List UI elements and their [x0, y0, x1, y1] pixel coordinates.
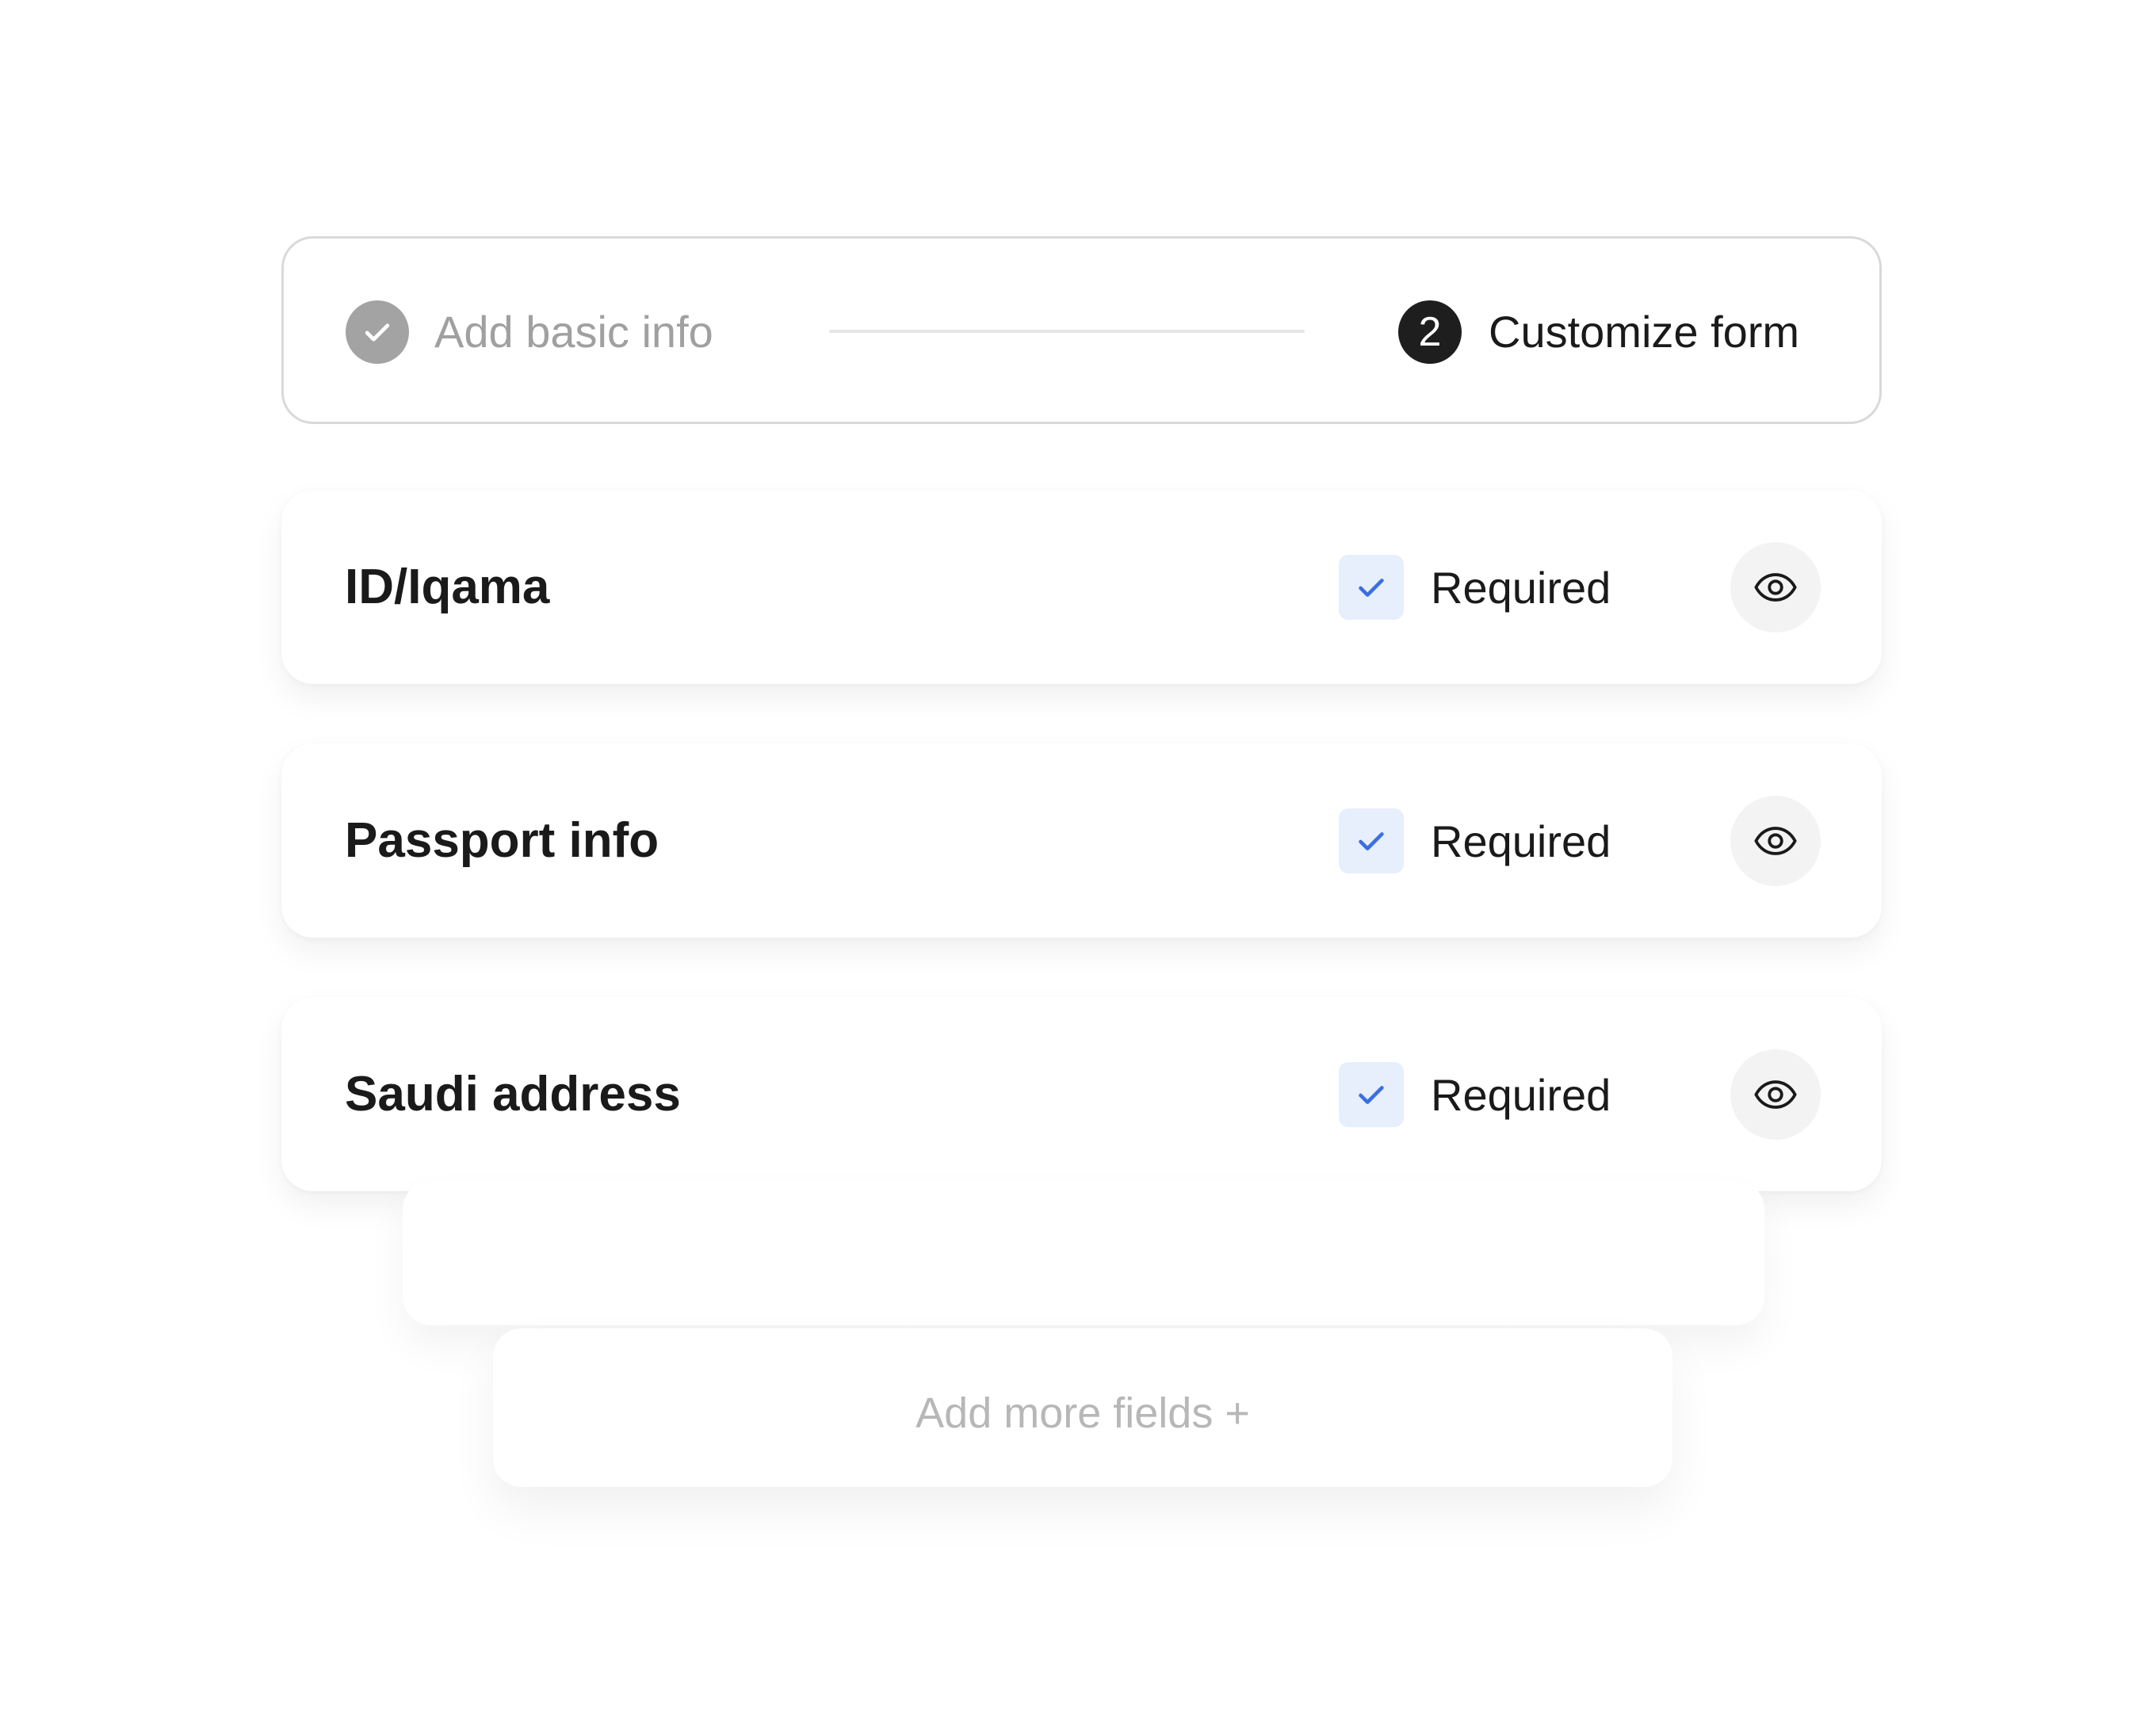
field-card-id-iqama: ID/Iqama Required — [281, 490, 1882, 684]
form-stepper: Add basic info 2 Customize form — [281, 236, 1882, 424]
field-title: ID/Iqama — [345, 560, 550, 614]
step-label-add-basic-info[interactable]: Add basic info — [434, 302, 713, 362]
add-more-fields-card[interactable]: Add more fields + — [493, 1328, 1672, 1487]
page: Add basic info 2 Customize form ID/Iqama… — [0, 0, 2156, 1712]
field-card-saudi-address: Saudi address Required — [281, 997, 1882, 1191]
check-icon — [1359, 1086, 1384, 1104]
visibility-toggle-button[interactable] — [1730, 1049, 1821, 1140]
visibility-toggle-button[interactable] — [1730, 796, 1821, 886]
eye-icon — [1754, 1080, 1797, 1109]
required-checkbox[interactable] — [1339, 1062, 1404, 1127]
required-checkbox[interactable] — [1339, 808, 1404, 873]
step-number-badge: 2 — [1398, 300, 1462, 364]
visibility-toggle-button[interactable] — [1730, 542, 1821, 632]
check-icon — [365, 323, 390, 342]
required-label[interactable]: Required — [1431, 810, 1611, 873]
step-connector — [829, 330, 1305, 333]
field-card-passport-info: Passport info Required — [281, 743, 1882, 938]
required-checkbox[interactable] — [1339, 555, 1404, 620]
step-completed-check-icon[interactable] — [346, 300, 409, 364]
required-label[interactable]: Required — [1431, 556, 1611, 620]
check-icon — [1359, 832, 1384, 850]
field-title: Passport info — [345, 813, 659, 868]
check-icon — [1359, 579, 1384, 597]
field-title: Saudi address — [345, 1067, 681, 1122]
eye-icon — [1754, 827, 1797, 855]
eye-icon — [1754, 573, 1797, 602]
placeholder-card — [403, 1181, 1764, 1325]
required-label[interactable]: Required — [1431, 1064, 1611, 1127]
add-more-fields-button[interactable]: Add more fields + — [493, 1384, 1672, 1443]
step-label-customize-form: Customize form — [1489, 307, 1800, 357]
